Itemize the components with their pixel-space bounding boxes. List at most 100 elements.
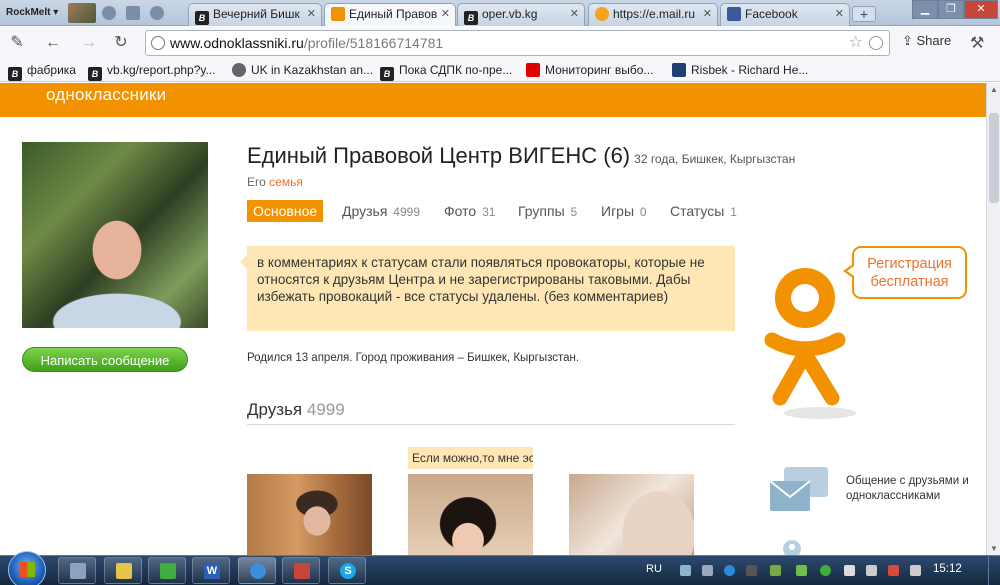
bookmark-monitoring[interactable]: Мониторинг выбо... bbox=[526, 62, 653, 79]
close-window-button[interactable]: ✕ bbox=[964, 0, 998, 19]
new-tab-button[interactable]: + bbox=[852, 6, 876, 22]
tab-oper-vb[interactable]: Boper.vb.kg ✕ bbox=[457, 3, 585, 26]
url-host: www.odnoklassniki.ru bbox=[170, 35, 304, 51]
rockmelt-menu-button[interactable]: RockMelt ▾ bbox=[2, 3, 66, 23]
tray-icon[interactable] bbox=[680, 565, 691, 576]
taskbar-app-green[interactable] bbox=[148, 557, 186, 584]
reload-icon[interactable]: ↻ bbox=[112, 34, 130, 52]
tray-icon[interactable] bbox=[770, 565, 781, 576]
tray-icon[interactable] bbox=[888, 565, 899, 576]
tab-main[interactable]: Основное bbox=[247, 200, 324, 222]
page-info-icon[interactable] bbox=[151, 36, 165, 50]
divider bbox=[247, 424, 735, 425]
word-icon: W bbox=[204, 563, 220, 579]
tab-facebook[interactable]: Facebook ✕ bbox=[720, 3, 850, 26]
web-page: одноклассники Написать сообщение Единый … bbox=[0, 83, 986, 555]
tab-photos[interactable]: Фото 31 bbox=[444, 200, 495, 222]
send-message-button[interactable]: Написать сообщение bbox=[22, 347, 188, 372]
bookmark-risbek[interactable]: Risbek - Richard He... bbox=[672, 62, 808, 79]
bookmark-uk-kazakhstan[interactable]: UK in Kazakhstan an... bbox=[232, 62, 373, 79]
tray-icon[interactable] bbox=[746, 565, 757, 576]
tab-statuses[interactable]: Статусы 1 bbox=[670, 200, 737, 222]
taskbar-app-word[interactable]: W bbox=[192, 557, 230, 584]
taskbar-app-explorer[interactable] bbox=[104, 557, 142, 584]
close-tab-icon[interactable]: ✕ bbox=[441, 4, 450, 25]
network-signal-icon[interactable] bbox=[796, 565, 807, 576]
ok-favicon-icon bbox=[331, 7, 345, 21]
browser-tab-strip: RockMelt ▾ B Вечерний Бишк ✕ Единый Правов… bbox=[0, 0, 1000, 26]
friend-photo[interactable] bbox=[408, 474, 533, 555]
taskbar-app-chat[interactable] bbox=[58, 557, 96, 584]
friend-status-tooltip: Если можно,то мне эс bbox=[408, 447, 533, 469]
tray-icon[interactable] bbox=[702, 565, 713, 576]
red-square-favicon-icon bbox=[526, 63, 540, 77]
tray-icon[interactable] bbox=[724, 565, 735, 576]
browser-toolbar: ✎ ← → ↻ www.odnoklassniki.ru/profile/518… bbox=[0, 27, 1000, 59]
volume-icon[interactable] bbox=[866, 565, 877, 576]
tab-odnoklassniki[interactable]: Единый Правов ✕ bbox=[324, 3, 456, 26]
tab-groups[interactable]: Группы 5 bbox=[518, 200, 577, 222]
history-clock-icon[interactable] bbox=[869, 36, 883, 50]
language-indicator[interactable]: RU bbox=[646, 563, 662, 575]
taskbar-app-browser[interactable] bbox=[238, 557, 276, 584]
edit-icon[interactable]: ✎ bbox=[8, 34, 26, 52]
friends-section-title[interactable]: Друзья 4999 bbox=[247, 400, 345, 420]
address-bar[interactable]: www.odnoklassniki.ru/profile/51816671478… bbox=[145, 30, 890, 56]
friends-icon[interactable] bbox=[102, 6, 116, 20]
chat-icon bbox=[70, 563, 86, 579]
system-clock[interactable]: 15:12 bbox=[933, 563, 962, 575]
taskbar-app-presentation[interactable] bbox=[282, 557, 320, 584]
presentation-icon bbox=[294, 563, 310, 579]
bookmark-vb-report[interactable]: Bvb.kg/report.php?y... bbox=[88, 62, 216, 81]
close-tab-icon[interactable]: ✕ bbox=[570, 4, 579, 25]
scrollbar-thumb[interactable] bbox=[989, 113, 999, 203]
scroll-up-icon[interactable]: ▲ bbox=[989, 85, 999, 94]
tab-games[interactable]: Игры 0 bbox=[601, 200, 647, 222]
network-icon[interactable] bbox=[844, 565, 855, 576]
show-desktop-button[interactable] bbox=[988, 556, 1000, 585]
register-bubble[interactable]: Регистрация бесплатная bbox=[843, 246, 967, 299]
tab-vecherniy-bishkek[interactable]: B Вечерний Бишк ✕ bbox=[188, 3, 322, 26]
site-header: одноклассники bbox=[0, 83, 986, 117]
scroll-down-icon[interactable]: ▼ bbox=[989, 544, 999, 553]
bookmark-star-icon[interactable]: ☆ bbox=[849, 31, 863, 55]
user-avatar-icon[interactable] bbox=[68, 3, 96, 23]
people-icon bbox=[783, 540, 801, 555]
feature-text: Общение с друзьями и одноклассниками bbox=[846, 475, 969, 502]
maximize-button[interactable]: ❐ bbox=[938, 0, 964, 19]
bookmark-sdpk[interactable]: B Пока СДПК по-пре... bbox=[380, 62, 512, 81]
page-scrollbar[interactable]: ▲ ▼ bbox=[986, 83, 1000, 555]
windows-logo-icon bbox=[20, 562, 35, 577]
minimize-button[interactable]: ▁ bbox=[912, 0, 938, 19]
close-tab-icon[interactable]: ✕ bbox=[703, 4, 712, 25]
tray-icon[interactable] bbox=[910, 565, 921, 576]
share-button[interactable]: ⇪ Share bbox=[902, 33, 951, 49]
url-path: /profile/518166714781 bbox=[303, 35, 444, 51]
facebook-favicon-icon bbox=[727, 7, 741, 21]
app-icon bbox=[160, 563, 176, 579]
globe-icon[interactable] bbox=[150, 6, 164, 20]
tab-email[interactable]: https://e.mail.ru ✕ bbox=[588, 3, 718, 26]
site-logo[interactable]: одноклассники bbox=[46, 85, 166, 105]
vb-favicon-icon: B bbox=[380, 67, 394, 81]
forward-icon[interactable]: → bbox=[80, 34, 98, 52]
vb-favicon-icon: B bbox=[464, 11, 478, 25]
close-tab-icon[interactable]: ✕ bbox=[835, 4, 844, 25]
birth-info: Родился 13 апреля. Город проживания – Би… bbox=[247, 352, 580, 364]
family-line: Его семья bbox=[247, 175, 303, 189]
chat-icon[interactable] bbox=[126, 6, 140, 20]
taskbar-app-skype[interactable]: S bbox=[328, 557, 366, 584]
tab-friends[interactable]: Друзья 4999 bbox=[342, 200, 420, 222]
vb-favicon-icon: B bbox=[195, 11, 209, 25]
family-link[interactable]: семья bbox=[269, 175, 303, 189]
bookmark-fabrika[interactable]: Bфабрика bbox=[8, 62, 76, 81]
friend-photo[interactable] bbox=[247, 474, 372, 555]
profile-photo[interactable] bbox=[22, 142, 208, 328]
back-icon[interactable]: ← bbox=[44, 34, 62, 52]
wrench-menu-icon[interactable]: ⚒ bbox=[970, 33, 984, 53]
tray-icon[interactable] bbox=[820, 565, 831, 576]
start-button[interactable] bbox=[8, 551, 46, 585]
close-tab-icon[interactable]: ✕ bbox=[307, 4, 316, 25]
friend-photo[interactable] bbox=[569, 474, 694, 555]
profile-name: Единый Правовой Центр ВИГЕНС (6) bbox=[247, 143, 631, 168]
